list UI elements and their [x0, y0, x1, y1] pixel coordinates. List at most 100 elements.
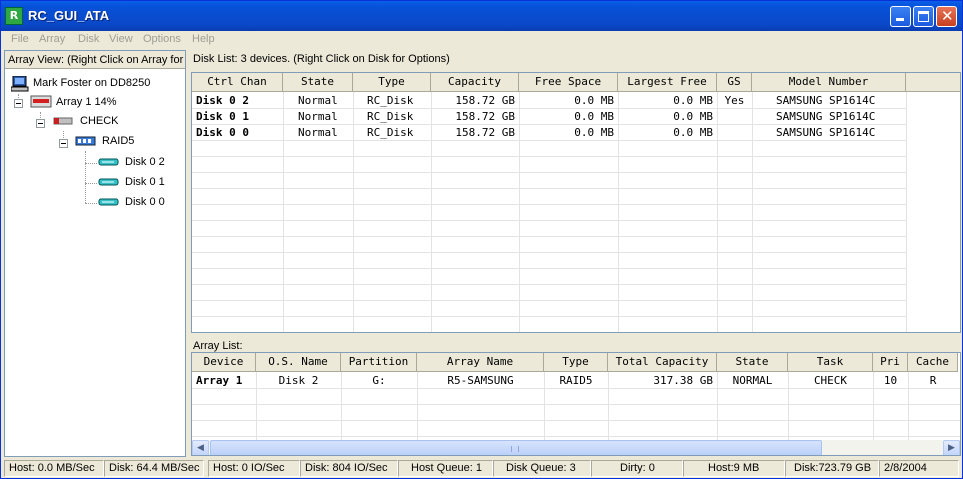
tree-disk-label: Disk 0 0: [125, 196, 165, 208]
column-header[interactable]: Device: [192, 353, 256, 372]
menu-array[interactable]: Array: [39, 33, 65, 45]
title-bar[interactable]: R RC_GUI_ATA ✕: [1, 1, 962, 31]
disk-row-largest: 0.0 MB: [673, 126, 713, 139]
scroll-thumb[interactable]: [210, 440, 822, 455]
column-header[interactable]: Cache: [908, 353, 958, 372]
status-bar: Host: 0.0 MB/Sec Disk: 64.4 MB/Sec Host:…: [1, 459, 962, 478]
column-header[interactable]: Total Capacity: [608, 353, 717, 372]
tree-raid5[interactable]: RAID5: [75, 135, 134, 150]
column-header[interactable]: Type: [353, 73, 431, 92]
disk-row-device[interactable]: Disk 0 0: [196, 125, 281, 141]
close-button[interactable]: ✕: [936, 6, 957, 27]
grid-line: [192, 252, 906, 253]
disk-row-largest: 0.0 MB: [673, 110, 713, 123]
column-header[interactable]: Free Space: [519, 73, 618, 92]
tree-line: [85, 203, 97, 204]
disk-row-gs: [717, 125, 752, 141]
grid-line: [192, 420, 960, 421]
array-row-name: R5-SAMSUNG: [447, 374, 514, 387]
array-row-capacity: 317.38 GB: [653, 374, 713, 387]
grid-line: [906, 92, 907, 332]
minimize-icon: [896, 18, 904, 21]
column-header[interactable]: State: [283, 73, 353, 92]
column-header[interactable]: Task: [788, 353, 873, 372]
menu-help[interactable]: Help: [192, 33, 215, 45]
column-header[interactable]: Capacity: [431, 73, 519, 92]
disk-row-state: Normal: [298, 126, 338, 139]
scroll-right-button[interactable]: ▶: [943, 440, 960, 455]
status-date: 2/8/2004: [879, 460, 959, 477]
task-icon: [53, 117, 73, 125]
disk-row-type: RC_Disk: [367, 126, 414, 139]
minimize-button[interactable]: [890, 6, 911, 27]
disk-icon: [98, 198, 119, 206]
grid-line: [192, 300, 906, 301]
scroll-left-button[interactable]: ◀: [192, 440, 209, 455]
status-disk-capacity: Disk:723.79 GB: [785, 460, 879, 477]
column-header[interactable]: Array Name: [417, 353, 544, 372]
window-title: RC_GUI_ATA: [28, 8, 110, 23]
grip-icon: [511, 446, 519, 452]
array-row-partition: G:: [372, 374, 386, 387]
disk-icon: [98, 178, 119, 186]
disk-row-model: SAMSUNG SP1614C: [776, 126, 876, 139]
column-header[interactable]: Ctrl Chan: [192, 73, 283, 92]
status-dirty: Dirty: 0: [591, 460, 683, 477]
grid-line: [192, 268, 906, 269]
tree-disk[interactable]: Disk 0 0: [98, 196, 165, 211]
disk-row-device[interactable]: Disk 0 1: [196, 109, 281, 125]
maximize-button[interactable]: [913, 6, 934, 27]
column-header[interactable]: GS: [717, 73, 752, 92]
grid-line: [192, 236, 906, 237]
array-row-state: NORMAL: [732, 374, 773, 387]
tree-collapse-toggle[interactable]: [36, 119, 45, 128]
grid-line: [192, 316, 906, 317]
column-header[interactable]: O.S. Name: [256, 353, 341, 372]
disk-row-model: SAMSUNG SP1614C: [776, 110, 876, 123]
column-header[interactable]: Type: [544, 353, 608, 372]
tree-host[interactable]: Mark Foster on DD8250: [10, 75, 150, 95]
tree-check[interactable]: CHECK: [53, 115, 119, 130]
tree-collapse-toggle[interactable]: [59, 139, 68, 148]
disk-row-free: 0.0 MB: [574, 126, 614, 139]
status-host-mem: Host:9 MB: [683, 460, 785, 477]
horizontal-scrollbar[interactable]: ◀ ▶: [192, 440, 960, 455]
column-header[interactable]: Model Number: [752, 73, 906, 92]
maximize-icon: [918, 11, 929, 22]
menu-bar: File Array Disk View Options Help: [1, 31, 962, 49]
disk-row-capacity: 158.72 GB: [455, 126, 515, 139]
tree-array-1[interactable]: Array 1 14%: [30, 95, 117, 112]
tree-raid5-label: RAID5: [102, 135, 135, 147]
tree-disk[interactable]: Disk 0 1: [98, 176, 165, 191]
computer-icon: [10, 75, 29, 92]
column-header[interactable]: State: [717, 353, 788, 372]
column-header[interactable]: Largest Free: [618, 73, 717, 92]
tree-array-label: Array 1 14%: [56, 96, 117, 108]
disk-row-device[interactable]: Disk 0 2: [196, 93, 281, 109]
disk-icon: [98, 158, 119, 166]
column-header: [906, 73, 960, 92]
array-view-pane: Array View: (Right Click on Array for Ma…: [4, 50, 186, 457]
disk-row-type: RC_Disk: [367, 94, 414, 107]
array-row-device[interactable]: Array 1: [196, 373, 256, 389]
column-header[interactable]: Pri: [873, 353, 908, 372]
array-list-grid[interactable]: Device O.S. Name Partition Array Name Ty…: [191, 352, 961, 456]
disk-list-grid[interactable]: Ctrl Chan State Type Capacity Free Space…: [191, 72, 961, 333]
disk-row-capacity: 158.72 GB: [455, 94, 515, 107]
grid-line: [192, 156, 906, 157]
array-view-header: Array View: (Right Click on Array for: [5, 51, 185, 69]
disk-row-capacity: 158.72 GB: [455, 110, 515, 123]
menu-file[interactable]: File: [11, 33, 29, 45]
grid-line: [752, 92, 753, 332]
column-header[interactable]: Partition: [341, 353, 417, 372]
menu-options[interactable]: Options: [143, 33, 181, 45]
app-icon[interactable]: R: [5, 7, 23, 25]
menu-view[interactable]: View: [109, 33, 133, 45]
tree-collapse-toggle[interactable]: [14, 99, 23, 108]
array-row-type: RAID5: [559, 374, 593, 387]
disk-row-largest: 0.0 MB: [673, 94, 713, 107]
tree-disk[interactable]: Disk 0 2: [98, 156, 165, 171]
raid-icon: [75, 136, 96, 146]
app-window: R RC_GUI_ATA ✕ File Array Disk View Opti…: [0, 0, 963, 479]
menu-disk[interactable]: Disk: [78, 33, 99, 45]
